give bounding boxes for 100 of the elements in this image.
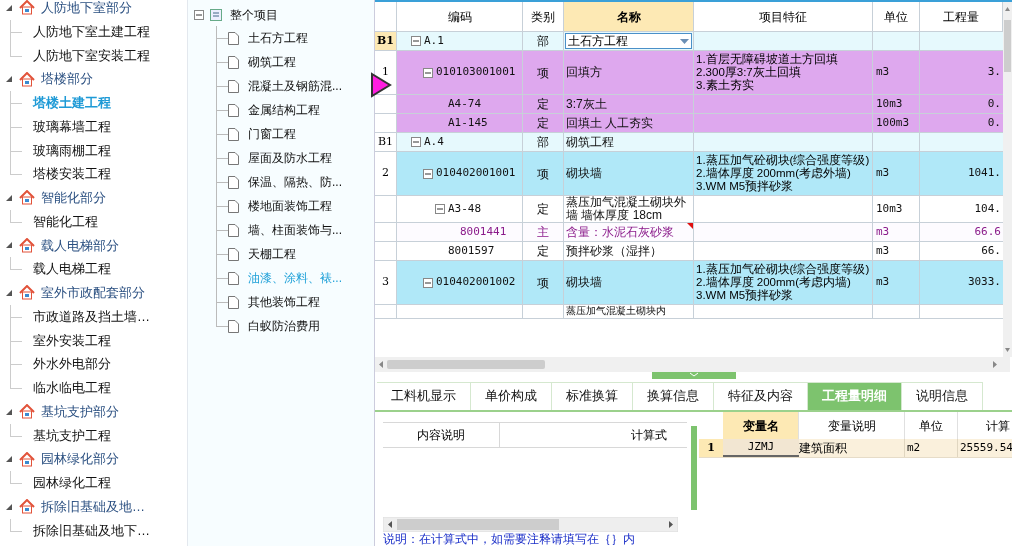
grid-row[interactable]: 3 010402001002 项 砌块墙 1.蒸压加气砼砌块(综合强度等级) 2.墙体厚度 200mm(考虑内墙) 3.WM M5预拌砂浆 m3 3033.: [375, 261, 1003, 305]
expand-caret-icon[interactable]: [5, 241, 13, 250]
vertical-scrollbar[interactable]: [1003, 2, 1012, 357]
expand-caret-icon[interactable]: [5, 75, 13, 84]
column-header[interactable]: 变量名: [723, 412, 799, 439]
collapse-box-icon[interactable]: [423, 168, 433, 179]
name-cell-text: 蒸压加气混凝土砌块内: [565, 305, 667, 317]
collapse-box-icon[interactable]: [435, 204, 445, 214]
tree-item[interactable]: 屋面及防水工程: [248, 149, 332, 167]
grid-row[interactable]: A1-145 定 回填土 人工夯实 100m3 0.: [375, 114, 1003, 133]
column-header[interactable]: 内容说明: [383, 423, 500, 447]
tree-item[interactable]: 拆除旧基础及地下…: [33, 520, 150, 541]
expand-caret-icon[interactable]: [5, 193, 13, 202]
quantity-cell-text: 0.: [986, 95, 1002, 112]
tree-item[interactable]: 室外安装工程: [33, 330, 111, 351]
tree-item[interactable]: 砌筑工程: [248, 53, 296, 71]
document-icon: [228, 295, 239, 309]
tree-root-label[interactable]: 整个项目: [230, 6, 278, 24]
collapse-box-icon[interactable]: [423, 67, 433, 78]
variable-name-cell[interactable]: JZMJ: [723, 439, 799, 457]
tree-item[interactable]: 市政道路及挡土墙…: [33, 306, 150, 327]
tree-item[interactable]: 玻璃雨棚工程: [33, 140, 111, 161]
quantity-cell-text: 104.: [973, 200, 1002, 217]
detail-tab[interactable]: 单价构成: [471, 382, 552, 410]
grid-row[interactable]: A4-74 定 3:7灰土 10m3 0.: [375, 95, 1003, 114]
group-label[interactable]: 园林绿化部分: [41, 449, 119, 469]
tree-item[interactable]: 临水临电工程: [33, 378, 111, 398]
horizontal-scrollbar[interactable]: [375, 357, 1010, 372]
tree-item[interactable]: 人防地下室土建工程: [33, 21, 150, 42]
type-cell: 主: [523, 223, 564, 241]
row-header[interactable]: 3: [375, 261, 397, 304]
group-label[interactable]: 人防地下室部分: [41, 0, 132, 18]
feature-line: 1.首层无障碍坡道土方回填: [696, 53, 839, 66]
group-label[interactable]: 室外市政配套部分: [41, 283, 145, 303]
formula-cell-text: 25559.54: [959, 439, 1012, 456]
grid-row[interactable]: 2 010402001001 项 砌块墙 1.蒸压加气砼砌块(综合强度等级) 2.墙体厚度 200mm(考虑外墙) 3.WM M5预拌砂浆 m3 1041.: [375, 152, 1003, 196]
detail-tab[interactable]: 特征及内容: [714, 382, 808, 410]
grid-row[interactable]: B1 A.1 部 土石方工程: [375, 32, 1003, 51]
detail-tab[interactable]: 说明信息: [902, 382, 983, 410]
tree-item[interactable]: 楼地面装饰工程: [248, 197, 332, 215]
grid-row[interactable]: B1 A.4 部 砌筑工程: [375, 133, 1003, 152]
tree-item[interactable]: 门窗工程: [248, 125, 296, 143]
dropdown-caret-icon[interactable]: [680, 38, 689, 44]
document-icon: [228, 55, 239, 69]
tree-item[interactable]: 人防地下室安装工程: [33, 45, 150, 66]
tree-item[interactable]: 载人电梯工程: [33, 259, 111, 279]
type-cell: 定: [523, 242, 564, 260]
grid-row[interactable]: A3-48 定 蒸压加气混凝土砌块外墙 墙体厚度 18cm 10m3 104.: [375, 196, 1003, 223]
group-label[interactable]: 智能化部分: [41, 188, 106, 208]
collapse-box-icon[interactable]: [423, 277, 433, 288]
row-header[interactable]: B1: [375, 133, 397, 151]
tree-item[interactable]: 保温、隔热、防...: [248, 173, 342, 191]
detail-tab[interactable]: 换算信息: [633, 382, 714, 410]
column-header[interactable]: 单位: [873, 2, 920, 31]
tree-item[interactable]: 混凝土及钢筋混...: [248, 77, 342, 95]
column-header[interactable]: 项目特征: [694, 2, 873, 31]
name-cell-text: 3:7灰土: [565, 97, 608, 111]
tree-item[interactable]: 外水外电部分: [33, 354, 111, 374]
name-dropdown[interactable]: 土石方工程: [565, 33, 692, 49]
type-cell: 项: [523, 152, 564, 195]
tree-item[interactable]: 智能化工程: [33, 211, 98, 232]
expand-caret-icon[interactable]: [5, 502, 13, 511]
grid-row[interactable]: 8001441 主 含量：水泥石灰砂浆 m3 66.6: [375, 223, 1003, 242]
grid-row[interactable]: 8001597 定 预拌砂浆（湿拌） m3 66.: [375, 242, 1003, 261]
document-icon: [228, 175, 239, 189]
expand-caret-icon[interactable]: [5, 455, 13, 464]
tree-item[interactable]: 土石方工程: [248, 29, 308, 47]
group-label[interactable]: 拆除旧基础及地…: [41, 496, 145, 517]
code-cell-text: A1-145: [448, 114, 488, 131]
group-label[interactable]: 载人电梯部分: [41, 235, 119, 256]
detail-tab[interactable]: 工料机显示: [377, 382, 471, 410]
collapse-box-icon[interactable]: [194, 10, 204, 20]
column-header[interactable]: 编码: [397, 2, 523, 31]
tree-item[interactable]: 基坑支护工程: [33, 425, 111, 446]
collapse-box-icon[interactable]: [411, 36, 421, 46]
row-header[interactable]: 2: [375, 152, 397, 195]
column-header[interactable]: 计算式: [500, 423, 687, 447]
tree-item[interactable]: 塔楼安装工程: [33, 164, 111, 184]
collapse-box-icon[interactable]: [411, 137, 421, 147]
detail-tab[interactable]: 标准换算: [552, 382, 633, 410]
horizontal-scrollbar[interactable]: [383, 517, 678, 532]
tree-item[interactable]: 玻璃幕墙工程: [33, 116, 111, 137]
tree-item[interactable]: 天棚工程: [248, 245, 296, 263]
unit-cell: 100m3: [873, 114, 920, 132]
tree-item[interactable]: 金属结构工程: [248, 101, 320, 119]
group-label[interactable]: 基坑支护部分: [41, 401, 119, 422]
splitter-handle[interactable]: [651, 372, 736, 379]
tree-item[interactable]: 其他装饰工程: [248, 293, 320, 311]
grid-row[interactable]: 蒸压加气混凝土砌块内: [375, 305, 1003, 319]
row-header[interactable]: B1: [375, 32, 397, 50]
feature-line: 2.墙体厚度 200mm(考虑外墙): [696, 167, 852, 180]
tree-item[interactable]: 墙、柱面装饰与...: [248, 221, 342, 239]
column-header[interactable]: 名称: [564, 2, 694, 31]
tree-item[interactable]: 白蚁防治费用: [248, 317, 320, 335]
expand-caret-icon[interactable]: [5, 3, 13, 12]
expand-caret-icon[interactable]: [5, 288, 13, 297]
grid-row[interactable]: 1 010103001001 项 回填方 1.首层无障碍坡道土方回填 2.300厚3:7灰土回填 3.素土夯实 m3 3.: [375, 51, 1003, 95]
group-label[interactable]: 塔楼部分: [41, 69, 93, 89]
expand-caret-icon[interactable]: [5, 407, 13, 416]
tree-item[interactable]: 园林绿化工程: [33, 473, 111, 493]
